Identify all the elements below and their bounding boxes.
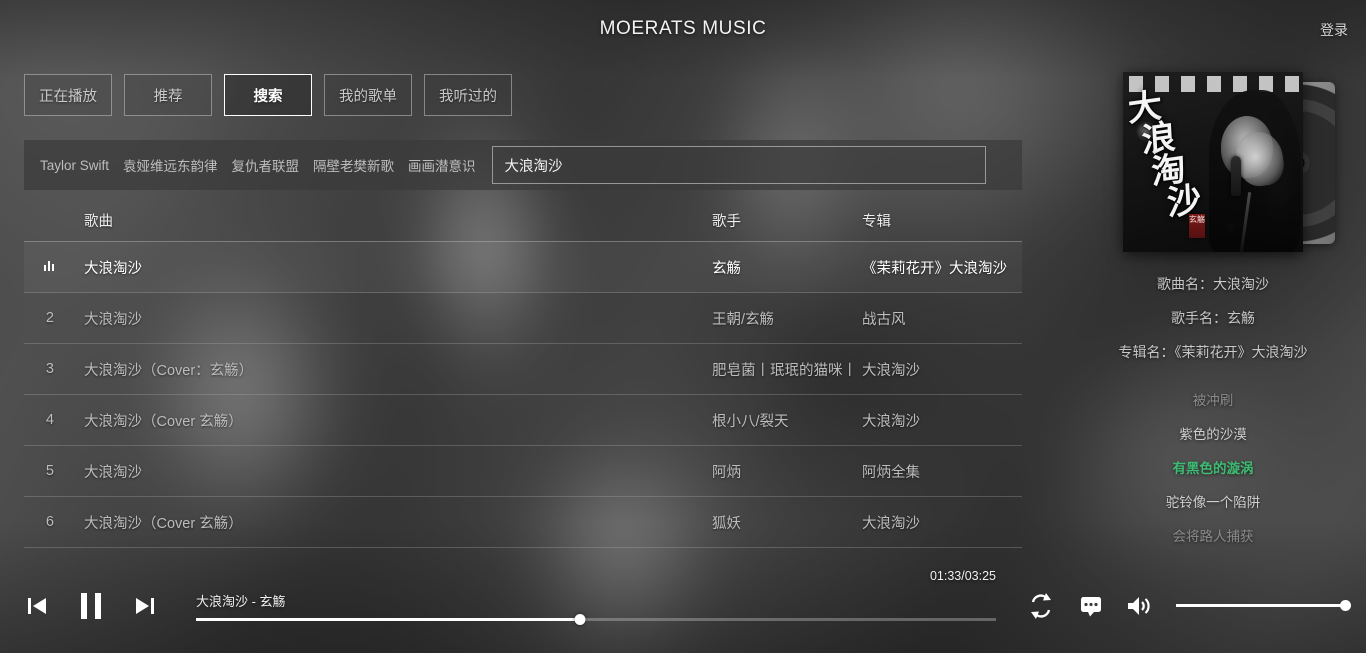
song-list[interactable]: 大浪淘沙 玄觞 《茉莉花开》大浪淘沙 2 大浪淘沙 王朝/玄觞 战古风 3 大浪淘沙（Cover… [24, 242, 1022, 552]
lyric-line: 驼铃像一个陷阱 [1165, 495, 1261, 510]
table-row[interactable]: 2 大浪淘沙 王朝/玄觞 战古风 [24, 293, 1022, 344]
transport-controls [24, 590, 158, 622]
nav-tab-2[interactable]: 搜索 [224, 74, 312, 116]
cover-calligraphy-text: 大浪淘沙 [1127, 82, 1221, 243]
cover-seal-stamp: 玄觞 [1189, 214, 1205, 238]
album-cover-image: 大浪淘沙 玄觞 [1123, 72, 1303, 252]
now-playing-panel: 大浪淘沙 玄觞 歌曲名：大浪淘沙 歌手名：玄觞 专辑名：《茉莉花开》大浪淘沙 被… [1060, 60, 1366, 560]
table-row[interactable]: 3 大浪淘沙（Cover：玄觞） 肥皂菌丨珉珉的猫咪丨 大浪淘沙 [24, 344, 1022, 395]
play-pause-button[interactable] [76, 590, 106, 622]
column-header-artist: 歌手 [712, 214, 741, 230]
player-bar: 大浪淘沙 - 玄觞 01:33/03:25 [0, 558, 1366, 653]
next-track-icon [136, 597, 154, 614]
volume-slider[interactable] [1176, 600, 1351, 611]
login-button[interactable]: 登录 [1320, 20, 1348, 40]
progress-zone: 大浪淘沙 - 玄觞 01:33/03:25 [196, 569, 996, 625]
song-meta-block: 歌曲名：大浪淘沙 歌手名：玄觞 专辑名：《茉莉花开》大浪淘沙 [1060, 274, 1366, 362]
row-album: 大浪淘沙 [862, 515, 920, 532]
volume-button[interactable] [1126, 593, 1154, 619]
row-song-title: 大浪淘沙（Cover：玄觞） [84, 362, 254, 379]
table-row[interactable]: 大浪淘沙 玄觞 《茉莉花开》大浪淘沙 [24, 242, 1022, 293]
previous-track-icon [28, 597, 46, 614]
row-song-title: 大浪淘沙 [84, 260, 142, 277]
lyrics-toggle-button[interactable] [1078, 593, 1104, 619]
nav-tab-3[interactable]: 我的歌单 [324, 74, 412, 116]
row-song-title: 大浪淘沙 [84, 311, 142, 328]
progress-thumb[interactable] [574, 613, 586, 625]
player-right-controls [1026, 591, 1351, 621]
search-input[interactable] [491, 146, 986, 184]
hot-tag-3[interactable]: 隔壁老樊新歌 [313, 155, 394, 175]
lyric-line: 会将路人捕获 [1172, 529, 1254, 544]
page-title: MOERATS MUSIC [599, 18, 767, 39]
row-song-title: 大浪淘沙（Cover 玄觞） [84, 413, 243, 430]
search-panel: Taylor Swift 袁娅维远东韵律 复仇者联盟 隔壁老樊新歌 画画潜意识 [24, 140, 1022, 190]
table-header: 歌曲 歌手 专辑 [24, 200, 1022, 242]
nav-tab-4[interactable]: 我听过的 [424, 74, 512, 116]
progress-fill [196, 617, 580, 621]
hot-tag-2[interactable]: 复仇者联盟 [232, 155, 300, 175]
artist-name-label: 歌手名：玄觞 [1171, 310, 1255, 326]
cover-wrapper: 大浪淘沙 玄觞 [1123, 72, 1335, 252]
row-index: 3 [45, 361, 54, 377]
row-artist: 王朝/玄觞 [712, 311, 775, 328]
lyric-line-active: 有黑色的漩涡 [1172, 461, 1254, 476]
row-artist: 玄觞 [712, 260, 741, 277]
pause-icon [81, 592, 101, 619]
table-row[interactable]: 4 大浪淘沙（Cover 玄觞） 根小八/裂天 大浪淘沙 [24, 395, 1022, 446]
now-playing-track-label: 大浪淘沙 - 玄觞 [196, 593, 286, 609]
column-header-title: 歌曲 [84, 214, 113, 230]
music-player-app: MOERATS MUSIC 登录 正在播放 推荐 搜索 我的歌单 我听过的 Taylor… [0, 0, 1366, 653]
hot-tag-0[interactable]: Taylor Swift [40, 158, 109, 173]
hot-tag-1[interactable]: 袁娅维远东韵律 [123, 155, 218, 175]
repeat-button[interactable] [1026, 591, 1056, 621]
row-song-title: 大浪淘沙 [84, 464, 142, 481]
row-artist: 阿炳 [712, 464, 741, 481]
lyric-line: 被冲刷 [1192, 393, 1234, 408]
table-row[interactable]: 5 大浪淘沙 阿炳 阿炳全集 [24, 446, 1022, 497]
row-album: 战古风 [862, 311, 906, 328]
row-album: 大浪淘沙 [862, 413, 920, 430]
song-name-label: 歌曲名：大浪淘沙 [1157, 276, 1269, 292]
cover-artwork: 大浪淘沙 玄觞 [1123, 72, 1303, 252]
lyric-line: 紫色的沙漠 [1179, 427, 1247, 442]
row-index: 6 [45, 514, 54, 530]
previous-track-button[interactable] [24, 593, 50, 619]
table-row[interactable]: 6 大浪淘沙（Cover 玄觞） 狐妖 大浪淘沙 [24, 497, 1022, 548]
volume-icon [1128, 596, 1150, 615]
row-artist: 肥皂菌丨珉珉的猫咪丨 [712, 362, 857, 379]
row-artist: 根小八/裂天 [712, 413, 789, 430]
lyrics-panel: 被冲刷紫色的沙漠有黑色的漩涡 驼铃像一个陷阱 会将路人捕获 [1060, 384, 1366, 554]
volume-thumb[interactable] [1340, 600, 1351, 611]
row-album: 阿炳全集 [862, 464, 920, 481]
row-album: 大浪淘沙 [862, 362, 920, 379]
nav-tabs: 正在播放 推荐 搜索 我的歌单 我听过的 [24, 74, 512, 116]
cover-microphone [1231, 156, 1241, 196]
row-index: 2 [45, 310, 54, 326]
song-table: 歌曲 歌手 专辑 大浪淘沙 玄觞 《茉莉花开》大浪淘沙 2 大浪淘沙 王朝/玄觞 战古风 3 大… [24, 200, 1022, 552]
row-album: 《茉莉花开》大浪淘沙 [862, 260, 1007, 277]
album-name-label: 专辑名：《茉莉花开》大浪淘沙 [1118, 344, 1308, 360]
nav-tab-1[interactable]: 推荐 [124, 74, 212, 116]
row-artist: 狐妖 [712, 515, 741, 532]
hot-tag-4[interactable]: 画画潜意识 [408, 155, 476, 175]
next-track-button[interactable] [132, 593, 158, 619]
row-index: 4 [45, 412, 54, 428]
hot-search-tags: Taylor Swift 袁娅维远东韵律 复仇者联盟 隔壁老樊新歌 画画潜意识 [24, 155, 476, 175]
row-song-title: 大浪淘沙（Cover 玄觞） [84, 515, 243, 532]
nav-tab-0[interactable]: 正在播放 [24, 74, 112, 116]
column-header-album: 专辑 [862, 214, 891, 230]
header: MOERATS MUSIC 登录 [0, 0, 1366, 58]
comment-icon [1081, 596, 1101, 616]
row-index: 5 [45, 463, 54, 479]
repeat-icon [1031, 592, 1051, 619]
equalizer-icon [24, 259, 62, 275]
progress-slider[interactable] [196, 613, 996, 625]
time-label: 01:33/03:25 [929, 568, 996, 583]
